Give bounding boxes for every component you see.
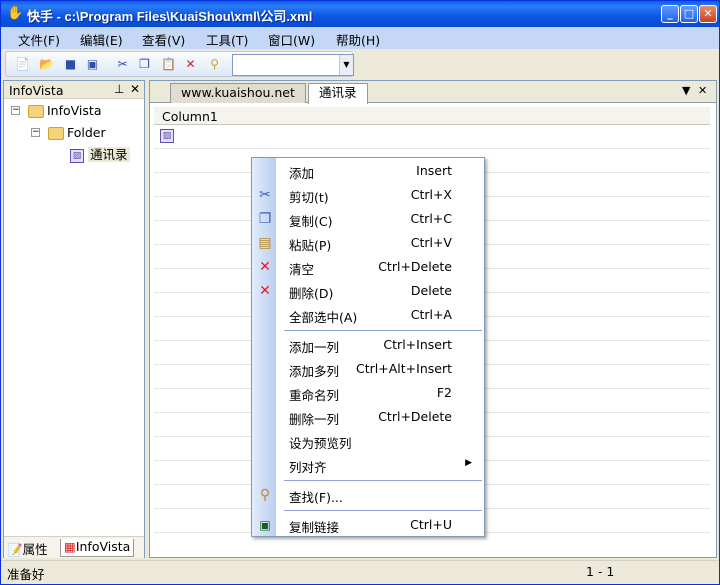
- ctx-set-preview-column[interactable]: 设为预览列: [252, 429, 484, 453]
- tab-infovista[interactable]: ▦InfoVista: [60, 539, 135, 557]
- pin-icon[interactable]: ⊥: [114, 82, 124, 96]
- ctx-delete[interactable]: ✕ 删除(D) Delete: [252, 279, 484, 303]
- folder-icon: [28, 105, 44, 118]
- context-menu: 添加 Insert ✂ 剪切(t) Ctrl+X ❐ 复制(C) Ctrl+C …: [251, 157, 485, 537]
- column-header-label: Column1: [162, 109, 218, 124]
- red-x-icon: ✕: [259, 283, 271, 299]
- new-file-icon[interactable]: 📄: [14, 56, 31, 73]
- menu-view[interactable]: 查看(V): [142, 30, 185, 49]
- collapse-icon[interactable]: −: [31, 128, 40, 137]
- ctx-add-columns[interactable]: 添加多列 Ctrl+Alt+Insert: [252, 357, 484, 381]
- pane-title: InfoVista: [9, 83, 64, 98]
- tab-kuaishou-net[interactable]: www.kuaishou.net: [170, 83, 306, 103]
- save-all-icon[interactable]: ▣: [84, 56, 101, 73]
- maximize-button[interactable]: □: [680, 5, 698, 23]
- ctx-add-column[interactable]: 添加一列 Ctrl+Insert: [252, 333, 484, 357]
- save-icon[interactable]: ■: [62, 56, 79, 73]
- copy-icon: ❐: [258, 211, 272, 227]
- ctx-cut[interactable]: ✂ 剪切(t) Ctrl+X: [252, 183, 484, 207]
- tree-node-label: 通讯录: [88, 147, 130, 162]
- status-bar: 准备好 1 - 1: [1, 560, 719, 584]
- row-document-icon: ▨: [160, 129, 174, 143]
- paste-icon: ▤: [258, 235, 272, 251]
- ctx-column-align[interactable]: 列对齐 ▶: [252, 453, 484, 477]
- status-position: 1 - 1: [586, 564, 615, 579]
- app-window: ✋ 快手 - c:\Program Files\KuaiShou\xml\公司.…: [0, 0, 720, 585]
- tree-node-label: Folder: [67, 125, 106, 140]
- tab-contacts[interactable]: 通讯录: [308, 83, 368, 104]
- menu-tools[interactable]: 工具(T): [206, 30, 248, 49]
- ctx-select-all[interactable]: 全部选中(A) Ctrl+A: [252, 303, 484, 327]
- ctx-copy-link[interactable]: ▣ 复制链接 Ctrl+U: [252, 513, 484, 537]
- standard-toolstrip: 📄 📂 ■ ▣ ✂ ❐ 📋 ✕ ⚲ ▼: [5, 51, 354, 77]
- menu-help[interactable]: 帮助(H): [336, 30, 380, 49]
- folder-icon: [48, 127, 64, 140]
- tree-node-label: InfoVista: [47, 103, 102, 118]
- infovista-pane: InfoVista ⊥ ✕ − InfoVista − Folder ▨ 通讯录 …: [3, 80, 145, 558]
- ctx-copy[interactable]: ❐ 复制(C) Ctrl+C: [252, 207, 484, 231]
- tab-list-chevron-icon[interactable]: ▼: [682, 84, 690, 97]
- close-tab-icon[interactable]: ✕: [698, 84, 707, 97]
- infovista-icon: ▦: [64, 539, 76, 554]
- ctx-add[interactable]: 添加 Insert: [252, 159, 484, 183]
- chevron-down-icon[interactable]: ▼: [339, 55, 353, 75]
- status-text: 准备好: [7, 567, 45, 582]
- ctx-delete-column[interactable]: 删除一列 Ctrl+Delete: [252, 405, 484, 429]
- toolbar-combo[interactable]: ▼: [232, 54, 354, 76]
- delete-icon[interactable]: ✕: [182, 56, 199, 73]
- close-button[interactable]: ✕: [699, 5, 717, 23]
- cut-icon[interactable]: ✂: [114, 56, 131, 73]
- menu-separator: [284, 330, 482, 331]
- tree-node-contacts[interactable]: ▨ 通讯录: [70, 146, 130, 164]
- menu-edit[interactable]: 编辑(E): [80, 30, 123, 49]
- copy-icon[interactable]: ❐: [136, 56, 153, 73]
- menu-bar: 文件(F) 编辑(E) 查看(V) 工具(T) 窗口(W) 帮助(H): [1, 27, 719, 49]
- close-pane-icon[interactable]: ✕: [130, 82, 140, 96]
- pane-header: InfoVista ⊥ ✕: [4, 81, 144, 99]
- link-copy-icon: ▣: [259, 518, 271, 532]
- collapse-icon[interactable]: −: [11, 106, 20, 115]
- grid-document-icon: ▨: [70, 148, 84, 163]
- tab-properties[interactable]: 📝属性: [7, 539, 48, 558]
- red-x-icon: ✕: [259, 259, 271, 275]
- menu-separator: [284, 510, 482, 511]
- minimize-button[interactable]: _: [661, 5, 679, 23]
- paste-icon[interactable]: 📋: [160, 56, 177, 73]
- properties-icon: 📝: [7, 542, 23, 557]
- magnifier-icon: ⚲: [259, 487, 271, 503]
- submenu-arrow-icon: ▶: [465, 458, 472, 468]
- menu-separator: [284, 480, 482, 481]
- menu-file[interactable]: 文件(F): [18, 30, 60, 49]
- toolbar: 📄 📂 ■ ▣ ✂ ❐ 📋 ✕ ⚲ ▼: [1, 50, 719, 78]
- ctx-find[interactable]: ⚲ 查找(F)...: [252, 483, 484, 507]
- ctx-paste[interactable]: ▤ 粘贴(P) Ctrl+V: [252, 231, 484, 255]
- scissors-icon: ✂: [259, 187, 271, 203]
- hand-icon: ✋: [7, 6, 24, 21]
- find-icon[interactable]: ⚲: [206, 56, 223, 73]
- title-bar[interactable]: ✋ 快手 - c:\Program Files\KuaiShou\xml\公司.…: [1, 1, 719, 27]
- ctx-clear[interactable]: ✕ 清空 Ctrl+Delete: [252, 255, 484, 279]
- document-tabstrip: www.kuaishou.net 通讯录 ▼ ✕: [150, 81, 716, 104]
- open-folder-icon[interactable]: 📂: [38, 56, 55, 73]
- pane-bottom-tabs: 📝属性 ▦InfoVista: [4, 536, 144, 558]
- window-title: 快手 - c:\Program Files\KuaiShou\xml\公司.xm…: [27, 9, 313, 24]
- ctx-rename-column[interactable]: 重命名列 F2: [252, 381, 484, 405]
- grid-column-header[interactable]: Column1: [154, 107, 710, 125]
- menu-window[interactable]: 窗口(W): [268, 30, 315, 49]
